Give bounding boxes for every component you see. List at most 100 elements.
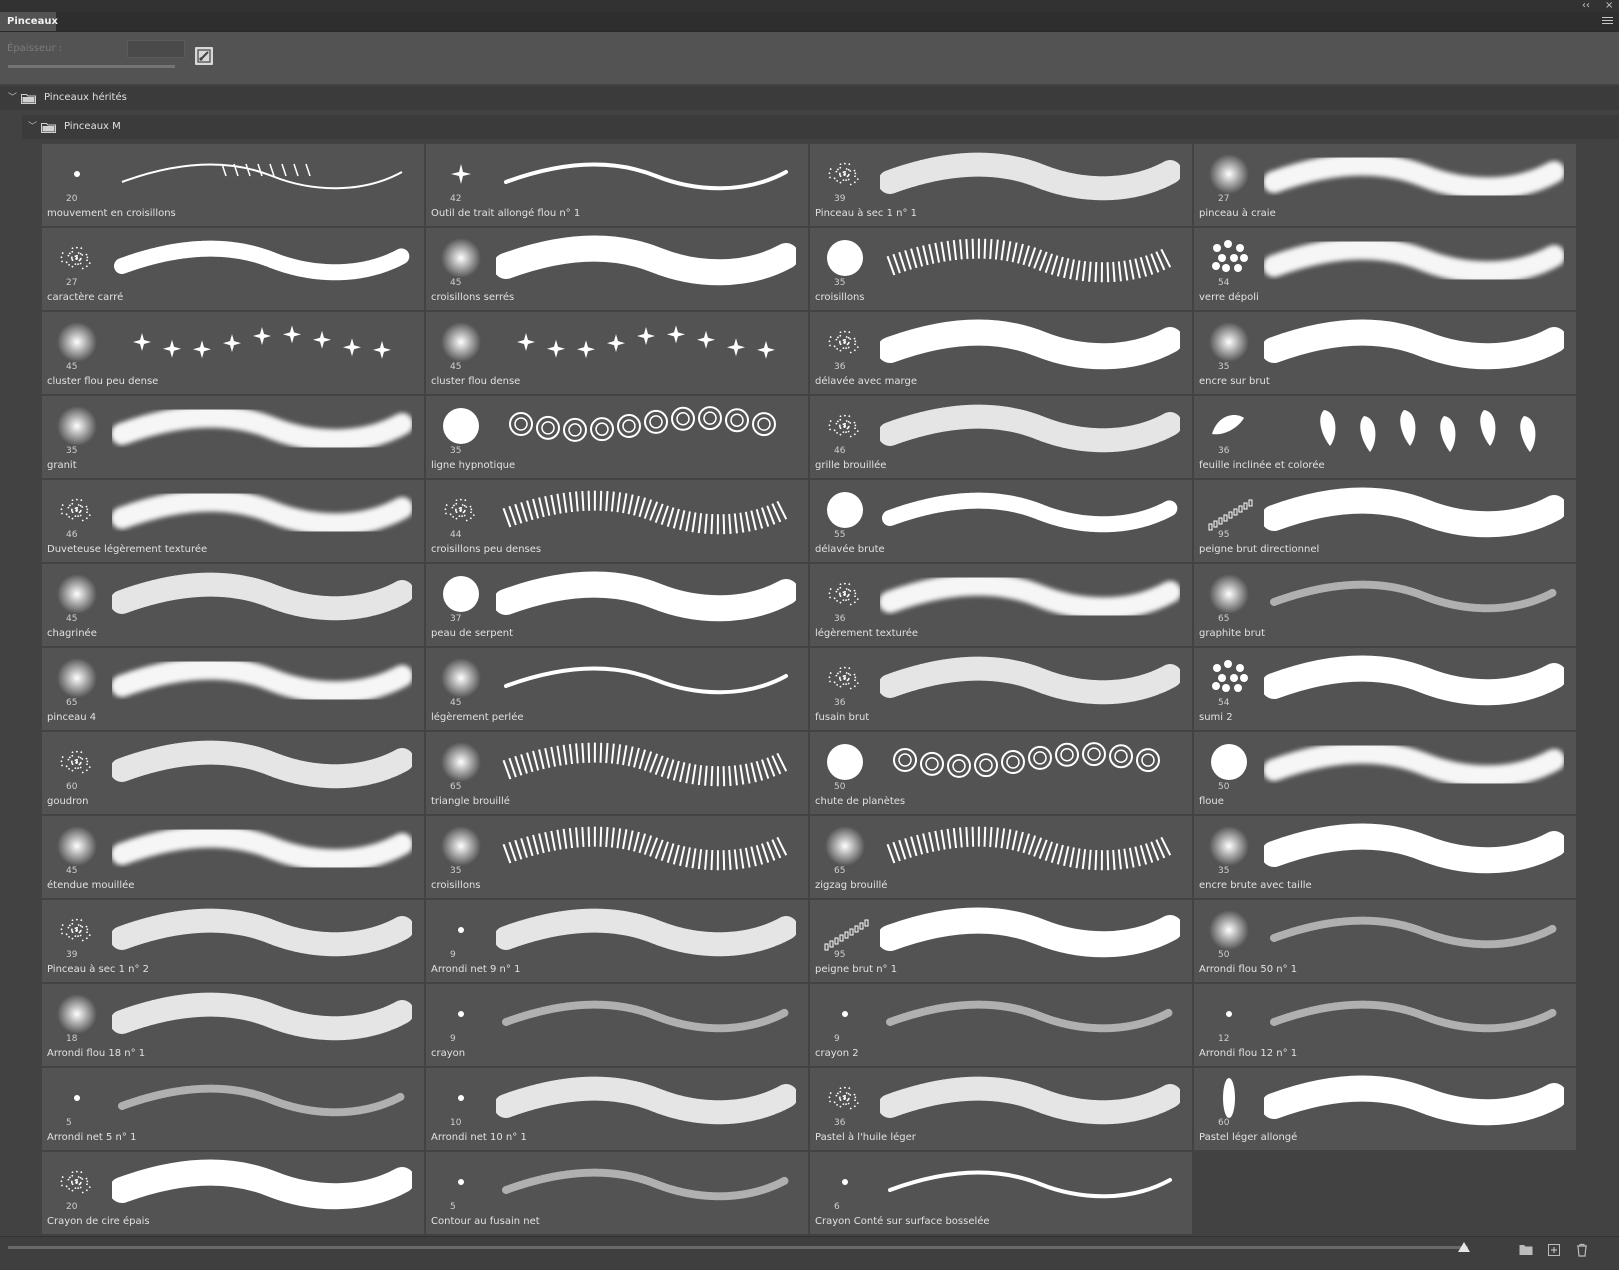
brush-name: Arrondi flou 12 n° 1 xyxy=(1199,1048,1298,1059)
zoom-thumb-icon[interactable] xyxy=(1458,1242,1470,1252)
brush-size: 5 xyxy=(450,1202,456,1212)
brush-name: Arrondi net 5 n° 1 xyxy=(47,1132,137,1143)
brush-preset[interactable]: 45 croisillons serrés xyxy=(426,228,808,310)
brush-preset[interactable]: 36 feuille inclinée et colorée xyxy=(1194,396,1576,478)
brush-preset[interactable]: 39 Pinceau à sec 1 n° 1 xyxy=(810,144,1192,226)
brush-tip-icon xyxy=(60,498,91,522)
brush-preset[interactable]: 45 chagrinée xyxy=(42,564,424,646)
brush-preset[interactable]: 60 goudron xyxy=(42,732,424,814)
brush-name: floue xyxy=(1199,796,1224,807)
brush-preset[interactable]: 20 Crayon de cire épais xyxy=(42,1152,424,1234)
brush-stroke-preview xyxy=(496,571,796,622)
brush-settings-icon[interactable] xyxy=(195,47,213,65)
brush-preset[interactable]: 9 Arrondi net 9 n° 1 xyxy=(426,900,808,982)
brush-preset[interactable]: 45 cluster flou peu dense xyxy=(42,312,424,394)
brush-preset[interactable]: 95 peigne brut n° 1 xyxy=(810,900,1192,982)
brush-preset[interactable]: 10 Arrondi net 10 n° 1 xyxy=(426,1068,808,1150)
brush-preset[interactable]: 39 Pinceau à sec 1 n° 2 xyxy=(42,900,424,982)
brush-preset[interactable]: 50 Arrondi flou 50 n° 1 xyxy=(1194,900,1576,982)
brush-preset[interactable]: 35 ligne hypnotique xyxy=(426,396,808,478)
brush-preset[interactable]: 9 crayon xyxy=(426,984,808,1066)
folder-row-root[interactable]: ﹀ Pinceaux hérités xyxy=(0,86,1619,110)
brush-preset[interactable]: 20 mouvement en croisillons xyxy=(42,144,424,226)
brush-preset[interactable]: 36 fusain brut xyxy=(810,648,1192,730)
chevron-down-icon[interactable]: ﹀ xyxy=(28,115,37,139)
brush-preset[interactable]: 46 grille brouillée xyxy=(810,396,1192,478)
brush-preset[interactable]: 55 délavée brute xyxy=(810,480,1192,562)
brush-preset[interactable]: 60 Pastel léger allongé xyxy=(1194,1068,1576,1150)
brush-name: verre dépoli xyxy=(1199,292,1259,303)
brush-preset[interactable]: 9 crayon 2 xyxy=(810,984,1192,1066)
brush-preset[interactable]: 50 chute de planètes xyxy=(810,732,1192,814)
brush-preset[interactable]: 5 Contour au fusain net xyxy=(426,1152,808,1234)
collapse-panel-icon[interactable]: ‹‹ xyxy=(1582,0,1590,12)
brush-tip-icon xyxy=(57,322,97,362)
brush-preset[interactable]: 35 granit xyxy=(42,396,424,478)
brush-name: goudron xyxy=(47,796,89,807)
brush-preset[interactable]: 45 légèrement perlée xyxy=(426,648,808,730)
brush-preset[interactable]: 65 zigzag brouillé xyxy=(810,816,1192,898)
brush-preset[interactable]: 44 croisillons peu denses xyxy=(426,480,808,562)
brush-name: pinceau 4 xyxy=(47,712,97,723)
brush-preset[interactable]: 27 caractère carré xyxy=(42,228,424,310)
brush-stroke-preview xyxy=(112,825,412,872)
brush-preset[interactable]: 45 étendue mouillée xyxy=(42,816,424,898)
brush-preset[interactable]: 18 Arrondi flou 18 n° 1 xyxy=(42,984,424,1066)
brush-preset[interactable]: 27 pinceau à craie xyxy=(1194,144,1576,226)
brush-tip-icon xyxy=(74,171,80,177)
brush-stroke-preview xyxy=(502,1168,790,1201)
brush-preset[interactable]: 35 encre brute avec taille xyxy=(1194,816,1576,898)
brush-name: Pastel à l'huile léger xyxy=(815,1132,916,1143)
brush-preset[interactable]: 95 peigne brut directionnel xyxy=(1194,480,1576,562)
size-slider[interactable] xyxy=(8,65,175,68)
brush-size: 55 xyxy=(834,530,846,540)
brush-tip-icon xyxy=(827,240,863,276)
brush-preset[interactable]: 46 Duveteuse légèrement texturée xyxy=(42,480,424,562)
brush-preset[interactable]: 65 pinceau 4 xyxy=(42,648,424,730)
brush-name: feuille inclinée et colorée xyxy=(1199,460,1325,471)
brush-preset[interactable]: 65 graphite brut xyxy=(1194,564,1576,646)
brush-size: 20 xyxy=(66,1202,78,1212)
tab-pinceaux[interactable]: Pinceaux xyxy=(0,12,58,31)
brush-preset[interactable]: 5 Arrondi net 5 n° 1 xyxy=(42,1068,424,1150)
brush-preset[interactable]: 35 encre sur brut xyxy=(1194,312,1576,394)
brush-preset[interactable]: 42 Outil de trait allongé flou n° 1 xyxy=(426,144,808,226)
brush-name: Contour au fusain net xyxy=(431,1216,540,1227)
brush-stroke-preview xyxy=(496,235,796,286)
brush-stroke-preview xyxy=(112,992,412,1041)
brush-preset[interactable]: 54 sumi 2 xyxy=(1194,648,1576,730)
brush-preset[interactable]: 65 triangle brouillé xyxy=(426,732,808,814)
brush-preset[interactable]: 36 délavée avec marge xyxy=(810,312,1192,394)
hamburger-menu-icon[interactable] xyxy=(1602,15,1613,27)
chevron-down-icon[interactable]: ﹀ xyxy=(8,86,17,110)
brush-tip-icon xyxy=(827,492,863,528)
folder-row-sub[interactable]: ﹀ Pinceaux M xyxy=(22,115,1619,139)
brush-preset[interactable]: 6 Crayon Conté sur surface bosselée xyxy=(810,1152,1192,1234)
brush-preset[interactable]: 50 floue xyxy=(1194,732,1576,814)
brush-preset[interactable]: 45 cluster flou dense xyxy=(426,312,808,394)
brush-preset[interactable]: 12 Arrondi flou 12 n° 1 xyxy=(1194,984,1576,1066)
brush-stroke-preview xyxy=(1270,916,1558,949)
brush-stroke-preview xyxy=(1264,319,1564,370)
brush-size: 36 xyxy=(834,362,846,372)
brush-preset[interactable]: 36 Pastel à l'huile léger xyxy=(810,1068,1192,1150)
zoom-slider[interactable] xyxy=(8,1246,1468,1249)
brush-preset[interactable]: 35 croisillons xyxy=(426,816,808,898)
add-icon[interactable] xyxy=(1546,1242,1562,1258)
brush-tip-icon xyxy=(825,826,865,866)
brush-preset[interactable]: 37 peau de serpent xyxy=(426,564,808,646)
brush-stroke-preview xyxy=(502,490,791,535)
brush-name: Duveteuse légèrement texturée xyxy=(47,544,208,555)
folder-icon[interactable] xyxy=(1518,1242,1534,1258)
brush-preset[interactable]: 36 légèrement texturée xyxy=(810,564,1192,646)
brush-preset[interactable]: 54 verre dépoli xyxy=(1194,228,1576,310)
brush-tip-icon xyxy=(443,576,479,612)
brush-stroke-preview xyxy=(880,319,1180,370)
brush-preset[interactable]: 35 croisillons xyxy=(810,228,1192,310)
brush-tip-icon xyxy=(828,582,859,606)
close-panel-icon[interactable]: × xyxy=(1605,0,1613,12)
trash-icon[interactable] xyxy=(1574,1242,1590,1258)
size-input[interactable] xyxy=(127,40,185,58)
brush-tip-icon xyxy=(441,826,481,866)
brush-name: Crayon de cire épais xyxy=(47,1216,150,1227)
